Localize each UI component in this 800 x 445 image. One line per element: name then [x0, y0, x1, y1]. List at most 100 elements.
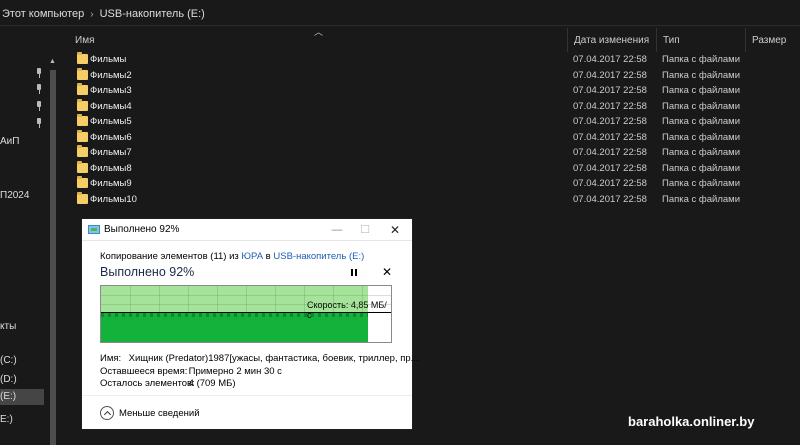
- copy-info-prefix: Копирование элементов (11) из: [100, 251, 242, 262]
- file-date: 07.04.2017 22:58: [573, 162, 647, 174]
- file-date: 07.04.2017 22:58: [573, 69, 647, 81]
- file-type: Папка с файлами: [662, 85, 741, 96]
- nav-item-drive-d[interactable]: (D:): [0, 374, 17, 385]
- less-details-button[interactable]: Меньше сведений: [100, 406, 200, 420]
- file-type: Папка с файлами: [662, 100, 741, 112]
- table-row[interactable]: Фильмы8 07.04.2017 22:58 Папка с файлами: [62, 160, 800, 177]
- copy-info: Копирование элементов (11) из ЮРА в USB-…: [100, 251, 364, 262]
- copy-info-mid: в: [263, 251, 274, 262]
- navigation-pane: АиП П2024 кты (C:) (D:) (E:) E:) ▲: [0, 28, 62, 445]
- column-type[interactable]: Тип: [656, 28, 745, 52]
- file-date: 07.04.2017 22:58: [573, 85, 647, 96]
- dialog-title: Выполнено 92%: [104, 224, 180, 235]
- close-button[interactable]: ✕: [380, 219, 410, 241]
- copy-source-link[interactable]: ЮРА: [241, 251, 263, 262]
- file-date: 07.04.2017 22:58: [573, 147, 647, 158]
- graph-gridline: [362, 286, 363, 312]
- file-date: 07.04.2017 22:58: [573, 116, 647, 127]
- graph-gridline: [333, 286, 334, 312]
- table-row[interactable]: Фильмы7 07.04.2017 22:58 Папка с файлами: [62, 145, 800, 161]
- file-name: Фильмы2: [90, 69, 132, 81]
- nav-item[interactable]: АиП: [0, 136, 19, 147]
- table-row[interactable]: Фильмы3 07.04.2017 22:58 Папка с файлами: [62, 83, 800, 99]
- dialog-footer: Меньше сведений: [82, 395, 412, 429]
- breadcrumb: Этот компьютер › USB-накопитель (E:): [0, 0, 800, 28]
- folder-icon: [77, 98, 88, 111]
- progress-heading: Выполнено 92%: [100, 265, 195, 279]
- time-label: Оставшееся время:: [100, 365, 188, 377]
- column-size[interactable]: Размер: [745, 28, 800, 52]
- nav-item-drive-e-2[interactable]: E:): [0, 414, 13, 425]
- column-date[interactable]: Дата изменения: [567, 28, 656, 52]
- graph-gridline: [101, 295, 391, 296]
- file-date: 07.04.2017 22:58: [573, 100, 647, 112]
- folder-icon: [77, 176, 88, 188]
- items-label: Осталось элементов:: [100, 378, 195, 389]
- speed-label: Скорость: 4,85 МБ/с: [307, 300, 387, 320]
- pin-icon[interactable]: [34, 101, 44, 111]
- copy-dest-link[interactable]: USB-накопитель (E:): [273, 251, 364, 262]
- file-name: Фильмы8: [90, 162, 132, 174]
- pin-icon[interactable]: [34, 68, 44, 78]
- nav-item[interactable]: П2024: [0, 190, 29, 201]
- dialog-titlebar[interactable]: Выполнено 92% — ☐ ✕: [82, 219, 412, 241]
- nav-scrollbar[interactable]: ▲: [48, 58, 58, 445]
- file-date: 07.04.2017 22:58: [573, 54, 647, 65]
- file-name: Фильмы7: [90, 147, 132, 158]
- graph-gridline: [101, 304, 391, 305]
- nav-item-drive-e[interactable]: (E:): [0, 389, 44, 405]
- graph-gridline: [188, 286, 189, 312]
- name-value: Хищник (Predator)1987[ужасы, фантастика,…: [128, 353, 419, 364]
- scrollbar-thumb[interactable]: [50, 70, 56, 445]
- file-type: Папка с файлами: [662, 69, 741, 81]
- graph-gridline: [275, 286, 276, 312]
- pin-icon[interactable]: [34, 84, 44, 94]
- items-value: 4 (709 МБ): [188, 378, 236, 389]
- copy-app-icon: [88, 225, 100, 234]
- table-row[interactable]: Фильмы2 07.04.2017 22:58 Папка с файлами: [62, 67, 800, 84]
- pin-icon[interactable]: [34, 118, 44, 128]
- time-value: Примерно 2 мин 30 с: [188, 365, 282, 377]
- scroll-up-icon[interactable]: ▲: [49, 58, 56, 65]
- table-row[interactable]: Фильмы9 07.04.2017 22:58 Папка с файлами: [62, 176, 800, 192]
- name-label: Имя:: [100, 353, 122, 364]
- watermark: baraholka.onliner.by: [628, 414, 755, 429]
- folder-icon: [77, 67, 88, 80]
- graph-gridline: [159, 286, 160, 312]
- file-date: 07.04.2017 22:58: [573, 131, 647, 143]
- table-row[interactable]: Фильмы10 07.04.2017 22:58 Папка с файлами: [62, 191, 800, 208]
- pause-icon[interactable]: [348, 266, 360, 280]
- file-name: Фильмы: [90, 54, 127, 65]
- file-name: Фильмы6: [90, 131, 132, 143]
- table-row[interactable]: Фильмы 07.04.2017 22:58 Папка с файлами: [62, 52, 800, 68]
- graph-gridline: [246, 286, 247, 312]
- file-name: Фильмы10: [90, 193, 137, 205]
- maximize-button[interactable]: ☐: [350, 219, 380, 241]
- file-name: Фильмы5: [90, 116, 132, 127]
- nav-item[interactable]: кты: [0, 321, 16, 332]
- nav-item-drive-c[interactable]: (C:): [0, 355, 17, 366]
- copy-details: Имя: Хищник (Predator)1987[ужасы, фантас…: [100, 353, 419, 391]
- folder-icon: [77, 52, 88, 64]
- file-type: Папка с файлами: [662, 54, 741, 65]
- file-type: Папка с файлами: [662, 116, 741, 127]
- folder-icon: [77, 145, 88, 157]
- table-row[interactable]: Фильмы6 07.04.2017 22:58 Папка с файлами: [62, 129, 800, 146]
- less-details-label: Меньше сведений: [119, 407, 200, 419]
- file-name: Фильмы3: [90, 85, 132, 96]
- cancel-copy-button[interactable]: ✕: [382, 265, 392, 279]
- column-name[interactable]: Имя: [62, 28, 569, 52]
- file-type: Папка с файлами: [662, 193, 741, 205]
- table-row[interactable]: Фильмы4 07.04.2017 22:58 Папка с файлами: [62, 98, 800, 115]
- table-row[interactable]: Фильмы5 07.04.2017 22:58 Папка с файлами: [62, 114, 800, 130]
- folder-icon: [77, 129, 88, 142]
- file-name: Фильмы4: [90, 100, 132, 112]
- file-type: Папка с файлами: [662, 131, 741, 143]
- folder-icon: [77, 114, 88, 126]
- graph-gridline: [130, 286, 131, 312]
- graph-gridline: [217, 286, 218, 312]
- minimize-button[interactable]: —: [322, 219, 352, 241]
- copy-progress-dialog: Выполнено 92% — ☐ ✕ Копирование элементо…: [81, 218, 419, 430]
- address-bar[interactable]: [0, 2, 800, 26]
- folder-icon: [77, 160, 88, 173]
